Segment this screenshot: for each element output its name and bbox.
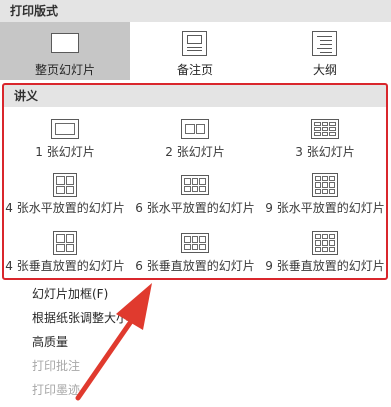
handout-4-horizontal[interactable]: 4 张水平放置的幻灯片 [0, 166, 130, 221]
handout-label: 9 张水平放置的幻灯片 [265, 201, 385, 215]
handout-label: 4 张水平放置的幻灯片 [5, 201, 125, 215]
four-vertical-icon [53, 231, 77, 255]
handout-label: 1 张幻灯片 [35, 145, 95, 159]
handouts-header: 讲义 [4, 85, 387, 107]
notes-page-icon [182, 31, 207, 56]
six-vertical-icon [181, 233, 209, 253]
three-slides-icon [311, 119, 339, 139]
handout-label: 3 张幻灯片 [295, 145, 355, 159]
nine-vertical-icon [312, 231, 338, 255]
one-slide-icon [51, 119, 79, 139]
layout-option-notes-pages[interactable]: 备注页 [130, 22, 260, 80]
full-page-slide-icon [51, 33, 79, 53]
handout-6-vertical[interactable]: 6 张垂直放置的幻灯片 [130, 224, 260, 279]
print-options-menu: 打印版式 整页幻灯片 备注页 大纲 讲义 1 张幻灯片 2 张幻灯片 3 张幻灯… [0, 0, 391, 407]
handout-9-horizontal[interactable]: 9 张水平放置的幻灯片 [260, 166, 390, 221]
layout-option-label: 备注页 [176, 63, 213, 77]
nine-horizontal-icon [312, 173, 338, 197]
layout-option-label: 整页幻灯片 [34, 63, 95, 77]
frame-slides-option[interactable]: 幻灯片加框(F) [32, 284, 108, 304]
handout-9-vertical[interactable]: 9 张垂直放置的幻灯片 [260, 224, 390, 279]
layout-option-full-page-slides[interactable]: 整页幻灯片 [0, 22, 130, 80]
handout-6-horizontal[interactable]: 6 张水平放置的幻灯片 [130, 166, 260, 221]
scale-to-fit-paper-option[interactable]: 根据纸张调整大小(S) [32, 308, 145, 328]
layout-option-outline[interactable]: 大纲 [260, 22, 390, 80]
handout-label: 6 张垂直放置的幻灯片 [135, 259, 255, 273]
high-quality-option[interactable]: 高质量 [32, 332, 68, 352]
two-slides-icon [181, 119, 209, 139]
handout-label: 4 张垂直放置的幻灯片 [5, 259, 125, 273]
handout-label: 2 张幻灯片 [165, 145, 225, 159]
handout-label: 6 张水平放置的幻灯片 [135, 201, 255, 215]
handout-1-slide[interactable]: 1 张幻灯片 [0, 110, 130, 165]
outline-icon [312, 31, 337, 56]
print-layout-row: 整页幻灯片 备注页 大纲 [0, 22, 391, 80]
four-horizontal-icon [53, 173, 77, 197]
layout-option-label: 大纲 [312, 63, 337, 77]
handout-3-slides[interactable]: 3 张幻灯片 [260, 110, 390, 165]
print-layout-header: 打印版式 [0, 0, 391, 22]
handout-2-slides[interactable]: 2 张幻灯片 [130, 110, 260, 165]
handout-label: 9 张垂直放置的幻灯片 [265, 259, 385, 273]
six-horizontal-icon [181, 175, 209, 195]
handout-4-vertical[interactable]: 4 张垂直放置的幻灯片 [0, 224, 130, 279]
print-ink-option: 打印墨迹 [32, 383, 81, 397]
print-comments-option: 打印批注 [32, 359, 81, 373]
